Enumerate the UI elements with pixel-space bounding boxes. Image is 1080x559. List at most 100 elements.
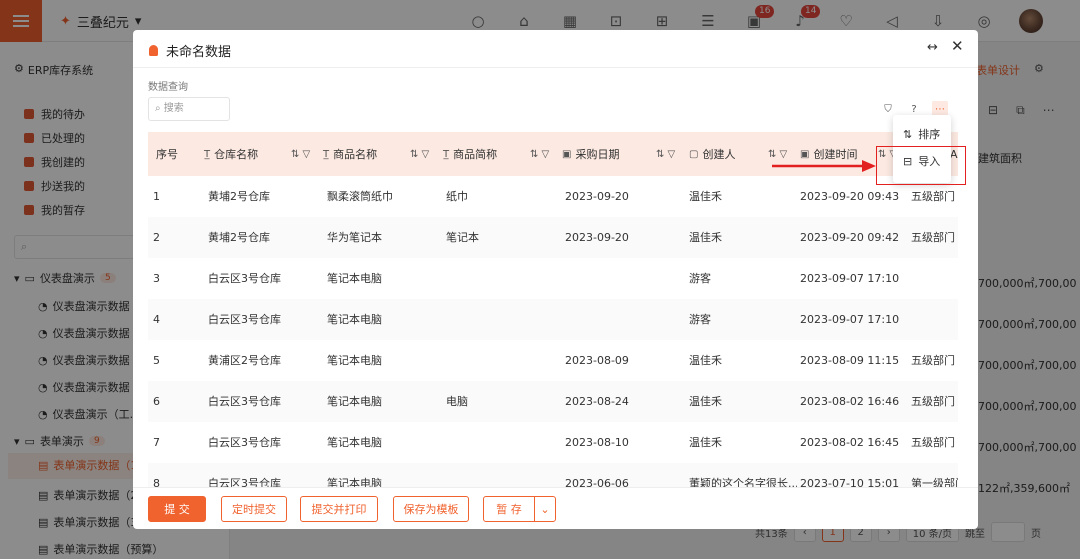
- cell-product: 笔记本电脑: [327, 395, 382, 408]
- col-short-name[interactable]: T̲ 商品简称: [443, 132, 497, 176]
- cell-index: 1: [153, 190, 160, 203]
- cell-created-time: 2023-07-10 15:01: [800, 477, 900, 487]
- cell-created-time: 2023-08-09 11:15: [800, 354, 900, 367]
- search-input[interactable]: ⌕ 搜索: [148, 97, 230, 121]
- cell-purchase-date: 2023-09-20: [565, 190, 629, 203]
- cell-created-time: 2023-08-02 16:46: [800, 395, 900, 408]
- search-icon: ⌕: [155, 103, 164, 114]
- draft-dropdown-button[interactable]: ⌄: [534, 496, 556, 522]
- cell-warehouse: 白云区3号仓库: [208, 436, 281, 449]
- col-index: 序号: [156, 148, 178, 161]
- draft-button[interactable]: 暂 存: [483, 496, 535, 522]
- text-field-icon: T̲: [443, 148, 450, 160]
- col-product[interactable]: T̲ 商品名称: [323, 132, 377, 176]
- cell-short-name: 纸巾: [446, 190, 468, 203]
- close-icon[interactable]: ✕: [951, 37, 964, 55]
- scheduled-submit-button[interactable]: 定时提交: [221, 496, 287, 522]
- cell-product: 笔记本电脑: [327, 313, 382, 326]
- table-row[interactable]: 6 白云区3号仓库 笔记本电脑 电脑 2023-08-24 温佳禾 2023-0…: [148, 381, 958, 422]
- cell-purchase-date: 2023-08-09: [565, 354, 629, 367]
- text-field-icon: T̲: [204, 148, 211, 160]
- cell-short-name: 电脑: [446, 395, 468, 408]
- cell-dept: 五级部门: [911, 354, 955, 367]
- table-row[interactable]: 4 白云区3号仓库 笔记本电脑 游客 2023-09-07 17:10: [148, 299, 958, 340]
- modal-title: 未命名数据: [149, 41, 231, 60]
- chevron-down-icon: ⌄: [540, 502, 550, 516]
- cell-created-time: 2023-09-07 17:10: [800, 272, 900, 285]
- cell-product: 笔记本电脑: [327, 272, 382, 285]
- user-icon: ▢: [689, 148, 699, 160]
- cell-warehouse: 白云区3号仓库: [208, 272, 281, 285]
- cell-purchase-date: 2023-06-06: [565, 477, 629, 487]
- calendar-icon: ▣: [562, 148, 572, 160]
- cell-product: 笔记本电脑: [327, 354, 382, 367]
- save-template-button[interactable]: 保存为模板: [393, 496, 469, 522]
- data-modal: 未命名数据 ↔ ✕ 数据查询 ⌕ 搜索 ⛉ ? ⋯ 序号 T̲ 仓库名称 ⇅ ▽ …: [133, 30, 978, 529]
- table-row[interactable]: 3 白云区3号仓库 笔记本电脑 游客 2023-09-07 17:10: [148, 258, 958, 299]
- modal-header: 未命名数据 ↔ ✕: [133, 30, 978, 68]
- cell-dept: [911, 299, 958, 340]
- col-creator[interactable]: ▢ 创建人: [689, 132, 735, 176]
- sort-filter-icon[interactable]: ⇅ ▽: [530, 132, 549, 176]
- cell-warehouse: 白云区3号仓库: [208, 395, 281, 408]
- cell-index: 2: [153, 231, 160, 244]
- data-table: 序号 T̲ 仓库名称 ⇅ ▽ T̲ 商品名称 ⇅ ▽ T̲ 商品简称 ⇅ ▽ ▣ 采购日…: [148, 132, 958, 487]
- cell-index: 7: [153, 436, 160, 449]
- cell-dept: 五级部门: [911, 395, 955, 408]
- cell-index: 5: [153, 354, 160, 367]
- menu-item-sort[interactable]: ⇅ 排序: [903, 126, 940, 142]
- table-row[interactable]: 5 黄浦区2号仓库 笔记本电脑 2023-08-09 温佳禾 2023-08-0…: [148, 340, 958, 381]
- submit-print-button[interactable]: 提交并打印: [300, 496, 378, 522]
- cell-creator: 游客: [689, 313, 711, 326]
- cell-purchase-date: 2023-08-24: [565, 395, 629, 408]
- cell-warehouse: 黄埔2号仓库: [208, 190, 270, 203]
- cell-index: 6: [153, 395, 160, 408]
- cell-dept: 五级部门: [911, 231, 955, 244]
- cell-creator: 董颖的这个名字很长...: [689, 477, 797, 487]
- cell-index: 8: [153, 477, 160, 487]
- cell-creator: 游客: [689, 272, 711, 285]
- form-icon: [149, 45, 158, 56]
- query-label: 数据查询: [148, 82, 188, 93]
- cell-creator: 温佳禾: [689, 436, 722, 449]
- annotation-arrow: [772, 160, 876, 172]
- modal-footer: 提 交 定时提交 提交并打印 保存为模板 暂 存 ⌄: [133, 487, 978, 529]
- col-warehouse[interactable]: T̲ 仓库名称: [204, 132, 258, 176]
- cell-purchase-date: 2023-08-10: [565, 436, 629, 449]
- sort-filter-icon[interactable]: ⇅ ▽: [410, 132, 429, 176]
- cell-product: 笔记本电脑: [327, 477, 382, 487]
- cell-warehouse: 白云区3号仓库: [208, 477, 281, 487]
- cell-dept: 第一级部门: [911, 477, 958, 487]
- cell-created-time: 2023-08-02 16:45: [800, 436, 900, 449]
- cell-creator: 温佳禾: [689, 395, 722, 408]
- cell-warehouse: 白云区3号仓库: [208, 313, 281, 326]
- annotation-highlight-box: [876, 146, 966, 185]
- table-row[interactable]: 7 白云区3号仓库 笔记本电脑 2023-08-10 温佳禾 2023-08-0…: [148, 422, 958, 463]
- cell-creator: 温佳禾: [689, 354, 722, 367]
- cell-product: 飘柔滚筒纸巾: [327, 190, 393, 203]
- sort-icon: ⇅: [903, 127, 913, 141]
- cell-short-name: 笔记本: [446, 231, 479, 244]
- table-row[interactable]: 8 白云区3号仓库 笔记本电脑 2023-06-06 董颖的这个名字很长... …: [148, 463, 958, 487]
- cell-created-time: 2023-09-20 09:42: [800, 231, 900, 244]
- sort-filter-icon[interactable]: ⇅ ▽: [656, 132, 675, 176]
- table-row[interactable]: 2 黄埔2号仓库 华为笔记本 笔记本 2023-09-20 温佳禾 2023-0…: [148, 217, 958, 258]
- cell-dept: 五级部门: [911, 436, 955, 449]
- cell-dept: [911, 258, 958, 299]
- submit-button[interactable]: 提 交: [148, 496, 206, 522]
- sort-filter-icon[interactable]: ⇅ ▽: [291, 132, 310, 176]
- cell-creator: 温佳禾: [689, 190, 722, 203]
- cell-warehouse: 黄浦区2号仓库: [208, 354, 281, 367]
- expand-icon[interactable]: ↔: [927, 40, 938, 55]
- cell-index: 3: [153, 272, 160, 285]
- cell-index: 4: [153, 313, 160, 326]
- cell-purchase-date: 2023-09-20: [565, 231, 629, 244]
- cell-created-time: 2023-09-07 17:10: [800, 313, 900, 326]
- table-row[interactable]: 1 黄埔2号仓库 飘柔滚筒纸巾 纸巾 2023-09-20 温佳禾 2023-0…: [148, 176, 958, 217]
- col-purchase-date[interactable]: ▣ 采购日期: [562, 132, 619, 176]
- cell-warehouse: 黄埔2号仓库: [208, 231, 270, 244]
- cell-product: 笔记本电脑: [327, 436, 382, 449]
- cell-product: 华为笔记本: [327, 231, 382, 244]
- text-field-icon: T̲: [323, 148, 330, 160]
- cell-creator: 温佳禾: [689, 231, 722, 244]
